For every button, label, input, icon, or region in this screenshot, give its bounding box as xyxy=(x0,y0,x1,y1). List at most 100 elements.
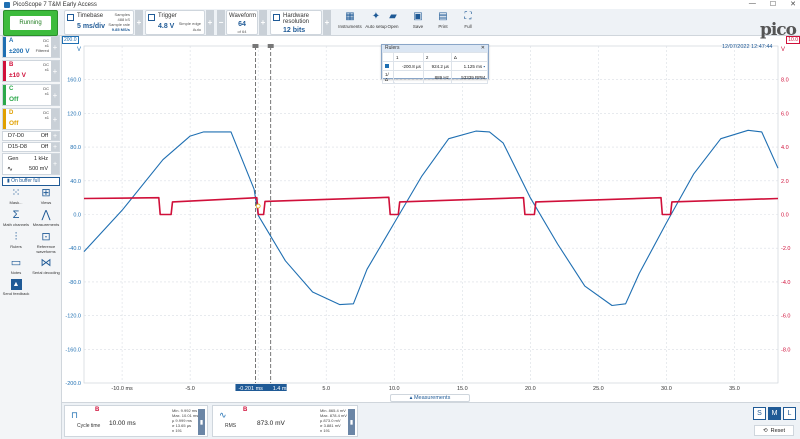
left-tick-label: -120.0 xyxy=(65,314,81,320)
view-size-selector: S M L xyxy=(753,407,796,420)
instruments-button[interactable]: ▦ Instruments xyxy=(337,11,363,35)
reference-waveforms-button[interactable]: ⊡ Reference waveforms xyxy=(31,231,61,255)
print-button[interactable]: ▤ Print xyxy=(430,11,456,35)
generator-plus-button[interactable]: + xyxy=(51,154,59,174)
rulers-panel[interactable]: Rulers ✕ 1 2 Δ -200.8 µs 924.2 µs 1.125 m… xyxy=(381,44,489,84)
x-tick-label: 25.0 xyxy=(593,386,604,391)
digital-d7-d0[interactable]: D7-D0 Off + xyxy=(2,131,60,141)
waveform-plus-button[interactable]: + xyxy=(259,10,267,35)
lock-icon[interactable]: ▪ xyxy=(483,64,485,69)
trigger-control[interactable]: Trigger 4.8 V Simple edge Auto xyxy=(145,10,205,35)
app-icon xyxy=(4,1,10,8)
measurement-name: Cycle time xyxy=(77,423,101,429)
x-axis: -10.0 ms-5.00.05.010.015.020.025.030.035… xyxy=(111,386,739,392)
right-tick-label: 6.0 xyxy=(781,111,789,117)
trigger-plus-button[interactable]: + xyxy=(206,10,214,35)
scope-svg[interactable]: 160.0120.080.040.00.0-40.0-80.0-120.0-16… xyxy=(62,36,800,392)
reference-icon: ⊡ xyxy=(41,231,51,243)
waveform-minus-button[interactable]: − xyxy=(217,10,225,35)
notes-button[interactable]: ▭ Notes xyxy=(1,258,31,276)
scope-view[interactable]: 160.0 120.0 80.0 40.0 0.0 -40.0 -80.0 -120.0 -16… xyxy=(62,36,800,392)
right-axis-badge[interactable]: 10.0 xyxy=(786,36,800,44)
channel-b-color xyxy=(3,61,6,81)
ruler-cursor-handle[interactable] xyxy=(252,44,259,48)
minimize-button[interactable]: — xyxy=(749,0,756,8)
measurements-tool-button[interactable]: ⋀ Measurements xyxy=(31,210,61,228)
channel-b-card[interactable]: B ±10 V DC x1 + xyxy=(2,60,60,82)
measurement-channel: B xyxy=(95,407,100,413)
window-controls: — ☐ ✕ xyxy=(749,0,796,8)
send-feedback-button[interactable]: ▲ Send feedback xyxy=(1,279,31,296)
resolution-control[interactable]: Hardware resolution 12 bits xyxy=(270,10,322,35)
open-button[interactable]: ▰ Open xyxy=(380,11,406,35)
on-buffer-full-button[interactable]: ▮ On buffer full xyxy=(2,177,60,186)
digital-d15-d8-plus-button[interactable]: + xyxy=(51,143,59,151)
run-button[interactable]: Running xyxy=(3,10,58,36)
open-label: Open xyxy=(387,24,399,29)
channel-b-plus-button[interactable]: + xyxy=(51,61,59,81)
left-axis-badge[interactable]: 200.0 xyxy=(62,36,79,44)
delete-measurement-button[interactable]: ▮ xyxy=(198,409,205,435)
left-tick-label: -40.0 xyxy=(68,246,81,252)
ruler-time-label-2: 1.4 ms xyxy=(273,386,290,391)
channel-d-card[interactable]: D Off DC x1 + xyxy=(2,108,60,130)
measurement-card-rms[interactable]: B ∿ RMS 873.0 mV Min. 865.4 mV Max. 878.… xyxy=(212,405,358,437)
delete-measurement-button[interactable]: ▮ xyxy=(348,409,355,435)
reset-button[interactable]: ⟲ Reset xyxy=(754,425,794,436)
rulers-cell xyxy=(393,70,424,84)
rulers-delta-value: 1.125 ms xyxy=(463,63,483,69)
channel-c-plus-button[interactable]: + xyxy=(51,85,59,105)
right-tick-label: 4.0 xyxy=(781,145,789,151)
channel-a-card[interactable]: A ±200 V DC x1 Filtered + xyxy=(2,36,60,58)
generator-frequency: 1 kHz xyxy=(33,156,48,162)
mask-button[interactable]: ⁙ Mask... xyxy=(1,188,31,206)
views-button[interactable]: ⊞ Views xyxy=(31,188,61,206)
ruler-cursor-handle[interactable] xyxy=(267,44,274,48)
serial-decoding-button[interactable]: ⋈ Serial decoding xyxy=(31,258,61,276)
size-medium-button[interactable]: M xyxy=(768,407,781,420)
maximize-button[interactable]: ☐ xyxy=(770,0,776,8)
measurement-value: 10.00 ms xyxy=(109,420,136,427)
timebase-label: Timebase xyxy=(77,13,104,19)
size-large-button[interactable]: L xyxy=(783,407,796,420)
mask-label: Mask... xyxy=(9,200,23,205)
save-button[interactable]: ▣ Save xyxy=(405,11,431,35)
digital-d7-d0-plus-button[interactable]: + xyxy=(51,132,59,140)
right-tick-label: -6.0 xyxy=(781,314,790,320)
measurement-value: 873.0 mV xyxy=(257,420,285,427)
reset-label: Reset xyxy=(770,427,785,434)
x-tick-label: 5.0 xyxy=(322,386,330,391)
right-tick-label: 2.0 xyxy=(781,179,789,185)
close-button[interactable]: ✕ xyxy=(790,0,796,8)
channel-d-range: Off xyxy=(9,120,19,127)
rulers-close-button[interactable]: ✕ xyxy=(481,45,485,52)
rulers-header-cell: 2 xyxy=(422,52,452,62)
channel-c-card[interactable]: C Off DC x1 + xyxy=(2,84,60,106)
left-axis: 160.0 120.0 80.0 40.0 0.0 -40.0 -80.0 -120.0 -16… xyxy=(65,78,81,387)
generator-card[interactable]: Gen 1 kHz ∿ 500 mV + xyxy=(2,153,60,175)
trigger-sub: Auto xyxy=(192,27,201,32)
resolution-plus-button[interactable]: + xyxy=(323,10,331,35)
rulers-cell: 924.2 µs xyxy=(422,61,452,71)
size-small-button[interactable]: S xyxy=(753,407,766,420)
generator-amplitude: 500 mV xyxy=(29,166,48,172)
timebase-plus-button[interactable]: + xyxy=(135,10,143,35)
measurement-card-cycle-time[interactable]: B ⊓ Cycle time 10.00 ms Min. 9.992 ms Ma… xyxy=(64,405,208,437)
rulers-table: 1 2 Δ -200.8 µs 924.2 µs 1.125 ms ▪ 1/Δ … xyxy=(382,52,489,84)
channel-a-plus-button[interactable]: + xyxy=(51,37,59,57)
measurements-toggle[interactable]: ▴ Measurements xyxy=(390,394,470,402)
full-button[interactable]: ⛶ Full xyxy=(455,11,481,35)
left-tick-label: 120.0 xyxy=(67,111,81,117)
channel-d-plus-button[interactable]: + xyxy=(51,109,59,129)
rulers-cell: 889 Hz xyxy=(422,70,452,84)
left-tick-label: 0.0 xyxy=(73,213,81,219)
resolution-icon xyxy=(273,14,280,21)
math-channels-button[interactable]: Σ Math channels xyxy=(1,210,31,228)
measurements-toggle-label: Measurements xyxy=(413,395,451,401)
digital-d15-d8-name: D15-D8 xyxy=(8,144,27,150)
window-title: PicoScope 7 T&M Early Access xyxy=(13,1,97,8)
waveform-control[interactable]: Waveform 64 of 64 xyxy=(226,10,258,35)
digital-d15-d8[interactable]: D15-D8 Off + xyxy=(2,142,60,152)
timebase-control[interactable]: Timebase 5 ms/div Samples 488 kS Sample … xyxy=(64,10,134,35)
rulers-button[interactable]: ⫶ Rulers xyxy=(1,232,31,250)
